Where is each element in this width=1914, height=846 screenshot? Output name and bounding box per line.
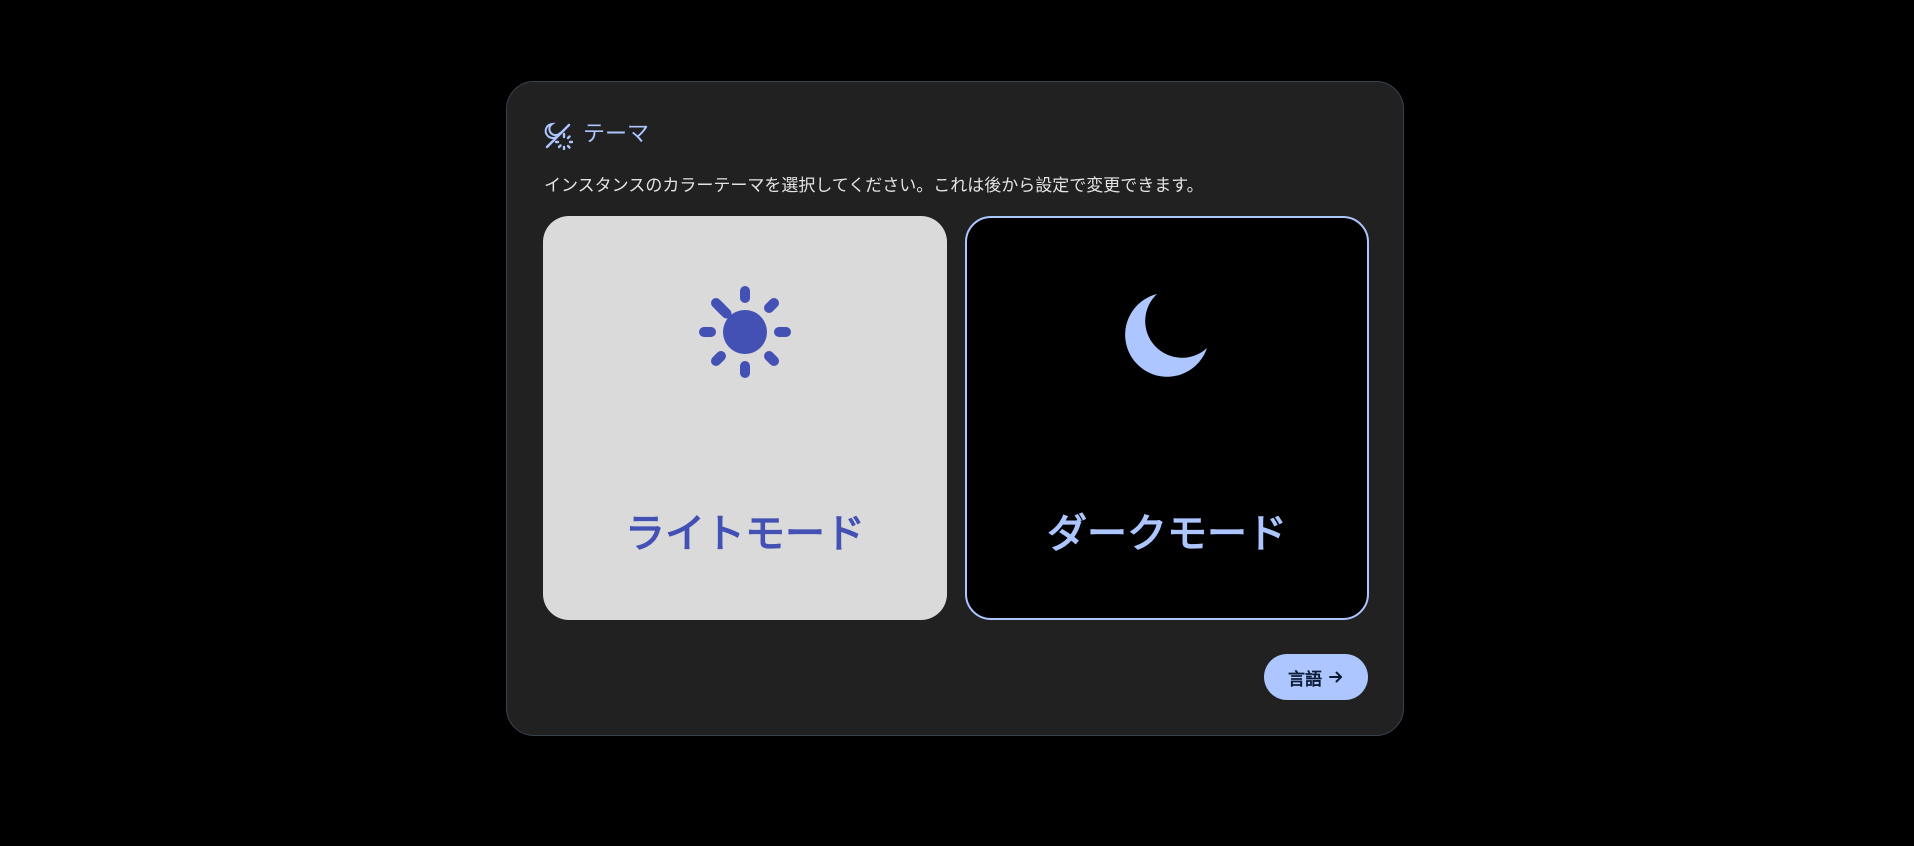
theme-icon [544,122,573,150]
next-button-label: 言語 [1288,669,1322,690]
theme-dialog: テーマ インスタンスのカラーテーマを選択してください。これは後から設定で変更でき… [506,81,1404,736]
light-mode-label: ライトモード [625,511,865,557]
sun-icon [699,286,791,378]
next-language-button[interactable]: 言語 [1264,654,1368,700]
dialog-title: テーマ [583,122,650,147]
dialog-header: テーマ [543,120,649,150]
arrow-right-icon [1329,671,1342,683]
dialog-description: インスタンスのカラーテーマを選択してください。これは後から設定で変更できます。 [544,176,1204,196]
moon-icon [1125,294,1207,377]
dark-mode-option[interactable]: ダークモード [965,216,1369,620]
light-mode-option[interactable]: ライトモード [543,216,947,620]
dark-mode-label: ダークモード [1047,511,1287,557]
